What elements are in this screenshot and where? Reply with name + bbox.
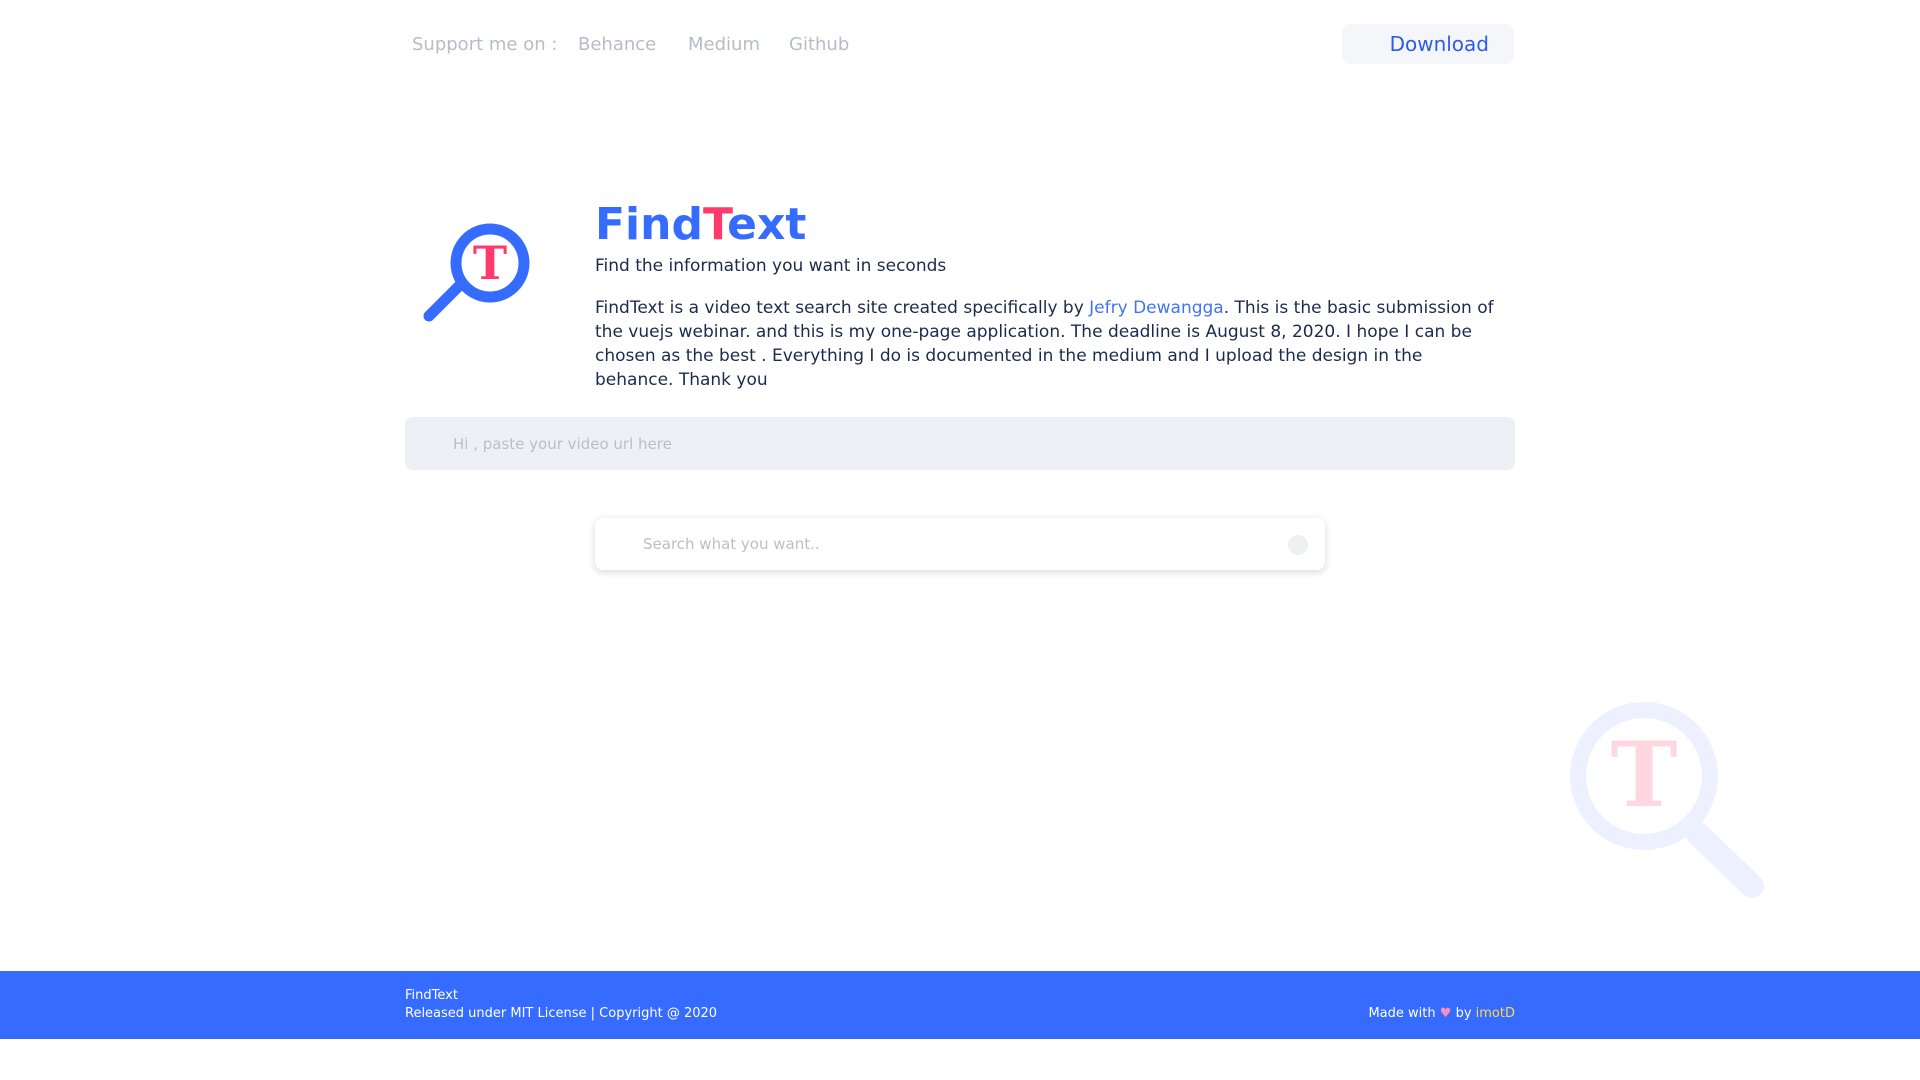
nav-link-medium[interactable]: Medium	[688, 34, 760, 55]
search-input[interactable]	[595, 518, 1275, 570]
video-url-input[interactable]	[405, 417, 1515, 470]
download-button[interactable]: Download	[1342, 24, 1514, 64]
download-label: Download	[1389, 32, 1489, 56]
footer-app-name: FindText	[405, 988, 458, 1003]
support-label: Support me on :	[412, 34, 558, 55]
logo-letter: T	[473, 236, 507, 290]
magnifier-decoration-icon: T	[1570, 702, 1764, 898]
author-link[interactable]: Jefry Dewangga	[1089, 298, 1224, 318]
footer-credit: Made with ♥ by imotD	[1368, 1006, 1515, 1021]
nav-link-github[interactable]: Github	[789, 34, 849, 55]
footer-by: by	[1455, 1006, 1472, 1021]
footer: FindText Released under MIT License | Co…	[0, 971, 1920, 1039]
search-button[interactable]	[1288, 535, 1308, 555]
heart-icon: ♥	[1439, 1006, 1452, 1021]
search-box	[595, 518, 1325, 570]
magnifier-logo-icon: T	[423, 223, 530, 322]
brand-title-start: Find	[595, 199, 703, 250]
brand-title: FindText	[595, 198, 806, 252]
brand-title-accent: T	[702, 199, 728, 250]
tagline: Find the information you want in seconds	[595, 256, 947, 276]
description: FindText is a video text search site cre…	[595, 296, 1505, 392]
nav-link-behance[interactable]: Behance	[578, 34, 656, 55]
description-text-before: FindText is a video text search site cre…	[595, 298, 1090, 318]
decoration-letter: T	[1611, 722, 1678, 828]
top-nav: Support me on : Behance Medium Github Do…	[406, 22, 1514, 66]
brand-title-end: ext	[727, 199, 807, 250]
footer-made-with: Made with	[1368, 1006, 1436, 1021]
footer-author-link[interactable]: imotD	[1476, 1006, 1515, 1021]
footer-license: Released under MIT License | Copyright @…	[405, 1006, 718, 1021]
